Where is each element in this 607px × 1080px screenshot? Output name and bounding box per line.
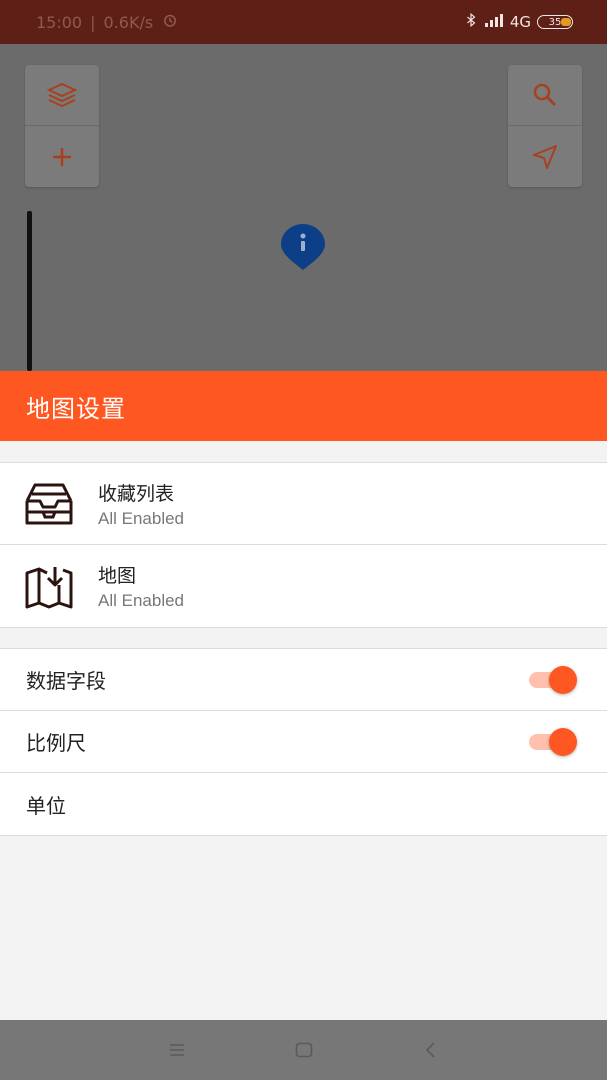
battery-level: 35: [548, 16, 562, 28]
home-icon[interactable]: [293, 1039, 315, 1061]
scale-toggle[interactable]: [529, 727, 577, 756]
item-subtitle: All Enabled: [98, 508, 185, 528]
item-icon-wrap: [0, 481, 98, 527]
list-card: 收藏列表 All Enabled 地图 All Enabled: [0, 462, 607, 628]
layers-icon: [46, 82, 78, 108]
map-view[interactable]: [0, 44, 607, 371]
status-separator: |: [90, 12, 96, 32]
sheet-header: 地图设置: [0, 371, 607, 441]
battery-icon: 35: [537, 15, 573, 29]
status-right: 4G 35: [464, 12, 573, 32]
toggle-knob: [549, 665, 577, 694]
settings-card: 数据字段 比例尺 单位: [0, 648, 607, 836]
item-title: 收藏列表: [98, 482, 175, 505]
setting-label: 数据字段: [26, 669, 106, 693]
zoom-in-button[interactable]: [25, 126, 99, 187]
item-icon-wrap: [0, 563, 98, 609]
map-left-controls: [25, 65, 99, 187]
search-icon: [533, 83, 557, 107]
scale-bar: [27, 211, 32, 371]
list-item-maps[interactable]: 地图 All Enabled: [0, 545, 607, 627]
status-time: 15:00: [36, 12, 83, 32]
setting-label: 比例尺: [26, 731, 86, 755]
item-title: 地图: [98, 565, 137, 587]
inbox-tray-icon: [25, 483, 73, 524]
setting-label: 单位: [26, 793, 66, 818]
map-right-controls: [508, 65, 582, 187]
sheet-title: 地图设置: [26, 394, 126, 423]
status-bar: 15:00 | 0.6K/s 4G 35: [0, 0, 607, 44]
settings-panel: 收藏列表 All Enabled 地图 All Enabled 数据字段 比例尺…: [0, 441, 607, 1020]
setting-row-scale[interactable]: 比例尺: [0, 711, 607, 773]
layers-button[interactable]: [25, 65, 99, 126]
navigate-button[interactable]: [508, 126, 582, 187]
network-type: 4G: [509, 13, 531, 31]
item-texts: 收藏列表 All Enabled: [98, 479, 184, 529]
alarm-icon: [161, 11, 179, 33]
map-download-icon: [25, 567, 73, 609]
list-item-favorites[interactable]: 收藏列表 All Enabled: [0, 463, 607, 545]
bluetooth-icon: [464, 12, 478, 32]
setting-row-data-fields[interactable]: 数据字段: [0, 649, 607, 711]
search-button[interactable]: [508, 65, 582, 126]
info-pin-icon[interactable]: [279, 222, 327, 272]
item-subtitle: All Enabled: [98, 591, 185, 610]
zoom-in-icon: [53, 147, 71, 166]
item-texts: 地图 All Enabled: [98, 561, 184, 611]
back-icon[interactable]: [420, 1039, 442, 1061]
network-speed: 0.6K/s: [103, 12, 154, 32]
signal-icon: [484, 12, 504, 32]
setting-row-units[interactable]: 单位: [0, 773, 607, 835]
status-left: 15:00 | 0.6K/s: [36, 11, 179, 33]
navigate-icon: [533, 144, 557, 169]
toggle-knob: [549, 727, 577, 756]
menu-icon[interactable]: [166, 1039, 188, 1061]
data-fields-toggle[interactable]: [529, 665, 577, 694]
system-nav-bar: [0, 1020, 607, 1080]
